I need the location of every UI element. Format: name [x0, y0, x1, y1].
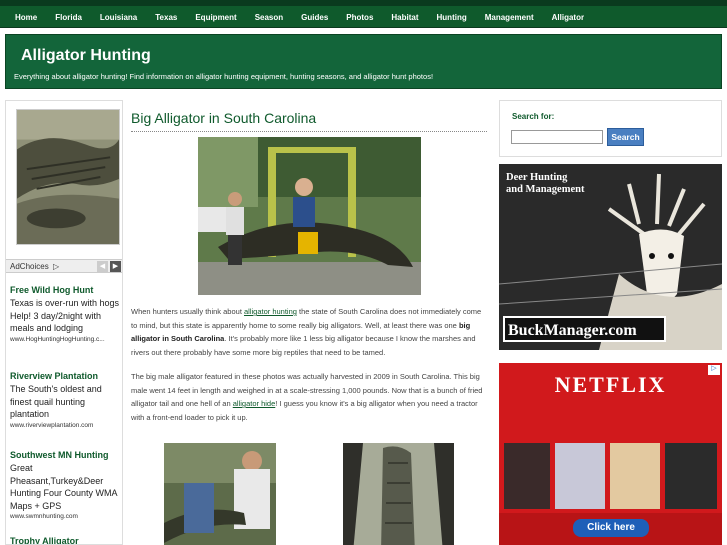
ad-info-icon[interactable]: ▷ [708, 364, 720, 374]
nav-season[interactable]: Season [246, 13, 292, 22]
netflix-logo[interactable]: NETFLIX [499, 372, 722, 398]
article-title[interactable]: Big Alligator in South Carolina [131, 110, 316, 126]
deer-ad-line-1: Deer Hunting [506, 172, 568, 183]
adchoices-label[interactable]: AdChoices [10, 262, 49, 271]
article-paragraph-1: When hunters usually think about alligat… [131, 305, 489, 359]
ad-unit[interactable]: Southwest MN Hunting Great Pheasant,Turk… [10, 450, 122, 520]
nav-photos[interactable]: Photos [337, 13, 382, 22]
search-button[interactable]: Search [607, 128, 644, 146]
alligator-hide-link[interactable]: alligator hide [233, 399, 276, 408]
nav-louisiana[interactable]: Louisiana [91, 13, 146, 22]
deer-ad-line-2: and Management [506, 184, 585, 195]
ad-body: Texas is over-run with hogs Help! 3 day/… [10, 298, 120, 333]
alligator-thumbnail-image [16, 109, 120, 245]
text-run: When hunters usually think about [131, 307, 244, 316]
ad-title[interactable]: Free Wild Hog Hunt [10, 285, 122, 295]
nav-alligator[interactable]: Alligator [543, 13, 593, 22]
alligator-in-boat-photo [343, 443, 454, 545]
ad-title[interactable]: Riverview Plantation [10, 371, 122, 381]
adchoices-icon[interactable]: ▷ [53, 262, 59, 271]
next-ad-arrow-icon[interactable]: ▶ [110, 261, 121, 272]
alligator-hunters-photo [198, 137, 421, 295]
site-tagline: Everything about alligator hunting! Find… [14, 72, 434, 81]
ad-title[interactable]: Southwest MN Hunting [10, 450, 122, 460]
nav-equipment[interactable]: Equipment [186, 13, 245, 22]
main-navigation: Home Florida Louisiana Texas Equipment S… [0, 6, 727, 28]
article-paragraph-2: The big male alligator featured in these… [131, 370, 489, 424]
ad-url[interactable]: www.swmnhunting.com [10, 513, 122, 520]
ad-unit[interactable]: Trophy Alligator [10, 536, 122, 544]
site-banner: Alligator Hunting Everything about allig… [5, 34, 722, 89]
nav-florida[interactable]: Florida [46, 13, 91, 22]
prev-ad-arrow-icon[interactable]: ◀ [97, 261, 108, 272]
ad-url[interactable]: www.riverviewplantation.com [10, 422, 122, 429]
adchoices-bar[interactable]: AdChoices ▷ ◀ ▶ [6, 259, 122, 273]
site-title[interactable]: Alligator Hunting [21, 47, 151, 65]
hunter-holding-alligator-photo [164, 443, 276, 545]
ad-url[interactable]: www.HogHuntingHogHunting.c... [10, 336, 122, 343]
netflix-click-here-button[interactable]: Click here [573, 522, 649, 533]
deer-ad-heading[interactable]: Deer Hunting and Management [506, 172, 616, 195]
nav-texas[interactable]: Texas [146, 13, 186, 22]
nav-home[interactable]: Home [6, 13, 46, 22]
ad-body: Great Pheasant,Turkey&Deer Hunting Four … [10, 463, 118, 511]
left-sidebar: AdChoices ▷ ◀ ▶ Free Wild Hog Hunt Texas… [5, 100, 123, 545]
deer-ad-brand[interactable]: BuckManager.com [508, 322, 637, 340]
ad-unit[interactable]: Free Wild Hog Hunt Texas is over-run wit… [10, 285, 122, 343]
search-input[interactable] [511, 130, 603, 144]
nav-habitat[interactable]: Habitat [382, 13, 427, 22]
nav-hunting[interactable]: Hunting [428, 13, 476, 22]
alligator-hunting-link[interactable]: alligator hunting [244, 307, 297, 316]
nav-management[interactable]: Management [476, 13, 543, 22]
title-divider [131, 131, 487, 132]
ad-title[interactable]: Trophy Alligator [10, 536, 122, 544]
search-widget: Search for: Search [499, 100, 722, 157]
nav-guides[interactable]: Guides [292, 13, 337, 22]
search-label: Search for: [512, 112, 555, 121]
ad-unit[interactable]: Riverview Plantation The South's oldest … [10, 371, 122, 429]
ad-body: The South's oldest and finest quail hunt… [10, 384, 102, 419]
